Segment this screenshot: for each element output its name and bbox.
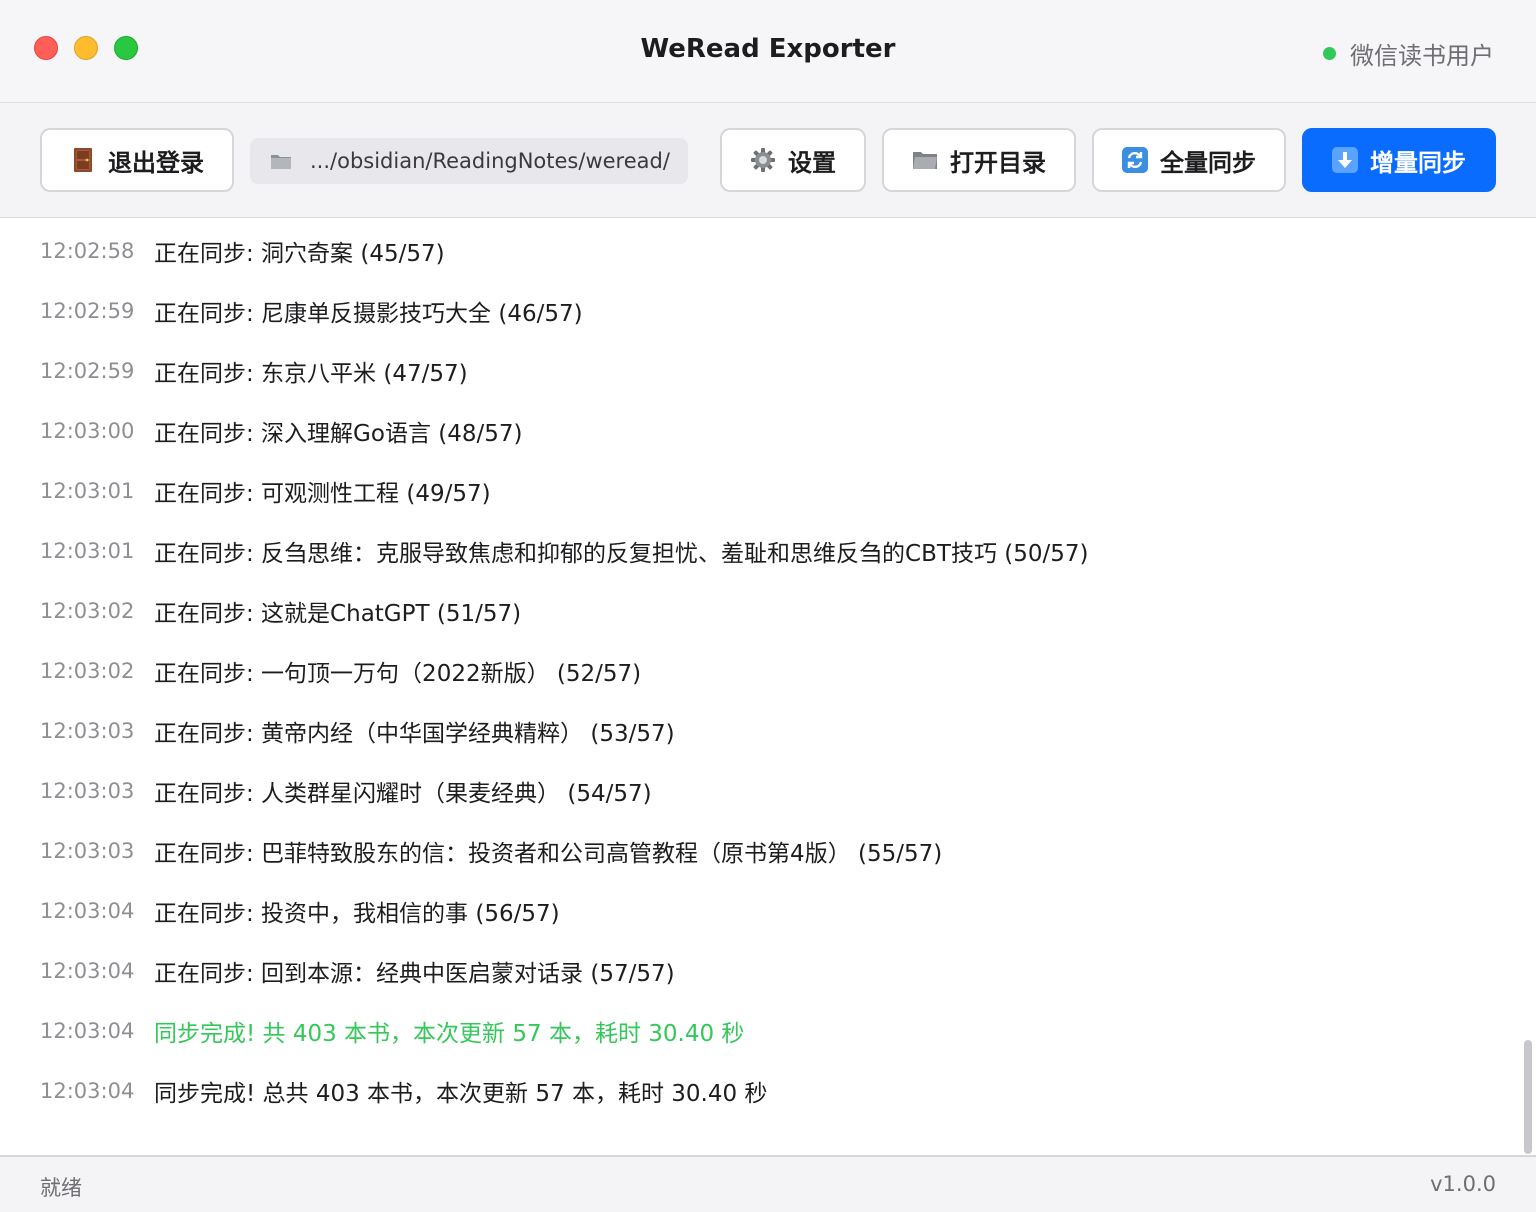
folder-icon: [912, 147, 938, 173]
log-timestamp: 12:02:59: [40, 359, 135, 383]
log-timestamp: 12:03:04: [40, 899, 135, 923]
log-entry: 12:02:59 正在同步: 尼康单反摄影技巧大全 (46/57): [40, 291, 583, 331]
log-message: 正在同步: 黄帝内经（中华国学经典精粹） (53/57): [154, 721, 675, 747]
open-directory-button[interactable]: 打开目录: [882, 128, 1076, 192]
version-label: v1.0.0: [1430, 1172, 1496, 1196]
door-icon: [70, 147, 96, 173]
sync-log[interactable]: 12:02:58 正在同步: 洞穴奇案 (45/57) 12:02:59 正在同步: …: [0, 218, 1536, 1154]
settings-button[interactable]: 设置: [720, 128, 866, 192]
log-entry: 12:03:04 同步完成! 总共 403 本书，本次更新 57 本，耗时 30.…: [40, 1071, 767, 1111]
incremental-sync-label: 增量同步: [1370, 148, 1466, 177]
log-timestamp: 12:03:03: [40, 779, 135, 803]
log-entry: 12:03:04 正在同步: 投资中，我相信的事 (56/57): [40, 891, 560, 931]
log-entry: 12:02:58 正在同步: 洞穴奇案 (45/57): [40, 231, 445, 271]
log-message: 正在同步: 洞穴奇案 (45/57): [154, 241, 445, 267]
log-entry: 12:03:01 正在同步: 反刍思维：克服导致焦虑和抑郁的反复担忧、羞耻和思维反…: [40, 531, 1089, 571]
log-message: 正在同步: 人类群星闪耀时（果麦经典） (54/57): [154, 781, 652, 807]
log-message: 正在同步: 这就是ChatGPT (51/57): [154, 601, 522, 627]
log-entry: 12:03:03 正在同步: 巴菲特致股东的信：投资者和公司高管教程（原书第4版）…: [40, 831, 942, 871]
settings-label: 设置: [788, 148, 836, 177]
log-timestamp: 12:03:04: [40, 1079, 135, 1103]
log-entry: 12:03:01 正在同步: 可观测性工程 (49/57): [40, 471, 491, 511]
log-timestamp: 12:03:03: [40, 719, 135, 743]
log-entry: 12:03:00 正在同步: 深入理解Go语言 (48/57): [40, 411, 523, 451]
log-entry: 12:02:59 正在同步: 东京八平米 (47/57): [40, 351, 468, 391]
user-name-label: 微信读书用户: [1350, 42, 1494, 70]
log-timestamp: 12:03:02: [40, 659, 135, 683]
log-message: 正在同步: 反刍思维：克服导致焦虑和抑郁的反复担忧、羞耻和思维反刍的CBT技巧 …: [154, 541, 1089, 567]
logout-button[interactable]: 退出登录: [40, 128, 234, 192]
full-sync-button[interactable]: 全量同步: [1092, 128, 1286, 192]
log-message: 正在同步: 回到本源：经典中医启蒙对话录 (57/57): [154, 961, 675, 987]
incremental-sync-button[interactable]: 增量同步: [1302, 128, 1496, 192]
open-directory-label: 打开目录: [950, 148, 1046, 177]
log-entry: 12:03:03 正在同步: 黄帝内经（中华国学经典精粹） (53/57): [40, 711, 675, 751]
toolbar: 退出登录 .../obsidian/ReadingNotes/weread/ 设…: [0, 103, 1536, 218]
log-message: 正在同步: 可观测性工程 (49/57): [154, 481, 491, 507]
log-entry: 12:03:03 正在同步: 人类群星闪耀时（果麦经典） (54/57): [40, 771, 652, 811]
log-timestamp: 12:03:03: [40, 839, 135, 863]
log-entry: 12:03:02 正在同步: 这就是ChatGPT (51/57): [40, 591, 521, 631]
log-timestamp: 12:02:58: [40, 239, 135, 263]
export-path-value: .../obsidian/ReadingNotes/weread/: [310, 149, 670, 173]
log-message: 同步完成! 共 403 本书，本次更新 57 本，耗时 30.40 秒: [154, 1021, 745, 1047]
log-entry: 12:03:04 同步完成! 共 403 本书，本次更新 57 本，耗时 30.4…: [40, 1011, 744, 1051]
app-window: WeRead Exporter 微信读书用户 退出登录 .../obsidian…: [0, 0, 1536, 1212]
log-entry: 12:03:04 正在同步: 回到本源：经典中医启蒙对话录 (57/57): [40, 951, 675, 991]
log-message: 正在同步: 尼康单反摄影技巧大全 (46/57): [154, 301, 583, 327]
gear-icon: [750, 147, 776, 173]
log-message: 正在同步: 投资中，我相信的事 (56/57): [154, 901, 560, 927]
log-message: 正在同步: 东京八平米 (47/57): [154, 361, 468, 387]
status-bar: 就绪 v1.0.0: [0, 1155, 1536, 1212]
log-message: 正在同步: 巴菲特致股东的信：投资者和公司高管教程（原书第4版） (55/57): [154, 841, 943, 867]
user-status: 微信读书用户: [1323, 36, 1494, 71]
log-scrollbar[interactable]: [1524, 1040, 1532, 1154]
log-timestamp: 12:03:01: [40, 539, 135, 563]
status-text: 就绪: [40, 1176, 82, 1200]
log-timestamp: 12:03:01: [40, 479, 135, 503]
log-message: 正在同步: 深入理解Go语言 (48/57): [154, 421, 523, 447]
log-timestamp: 12:03:04: [40, 1019, 135, 1043]
log-message: 正在同步: 一句顶一万句（2022新版） (52/57): [154, 661, 642, 687]
log-entry: 12:03:02 正在同步: 一句顶一万句（2022新版） (52/57): [40, 651, 641, 691]
log-timestamp: 12:02:59: [40, 299, 135, 323]
title-bar: WeRead Exporter 微信读书用户: [0, 0, 1536, 103]
window-title: WeRead Exporter: [640, 34, 896, 64]
export-path-field[interactable]: .../obsidian/ReadingNotes/weread/: [250, 138, 688, 184]
download-arrow-icon: [1332, 147, 1358, 173]
log-message: 同步完成! 总共 403 本书，本次更新 57 本，耗时 30.40 秒: [154, 1081, 768, 1107]
online-status-dot-icon: [1323, 47, 1336, 60]
folder-icon: [270, 152, 292, 170]
refresh-icon: [1122, 147, 1148, 173]
log-timestamp: 12:03:00: [40, 419, 135, 443]
log-timestamp: 12:03:02: [40, 599, 135, 623]
log-timestamp: 12:03:04: [40, 959, 135, 983]
logout-label: 退出登录: [108, 148, 204, 177]
full-sync-label: 全量同步: [1160, 148, 1256, 177]
